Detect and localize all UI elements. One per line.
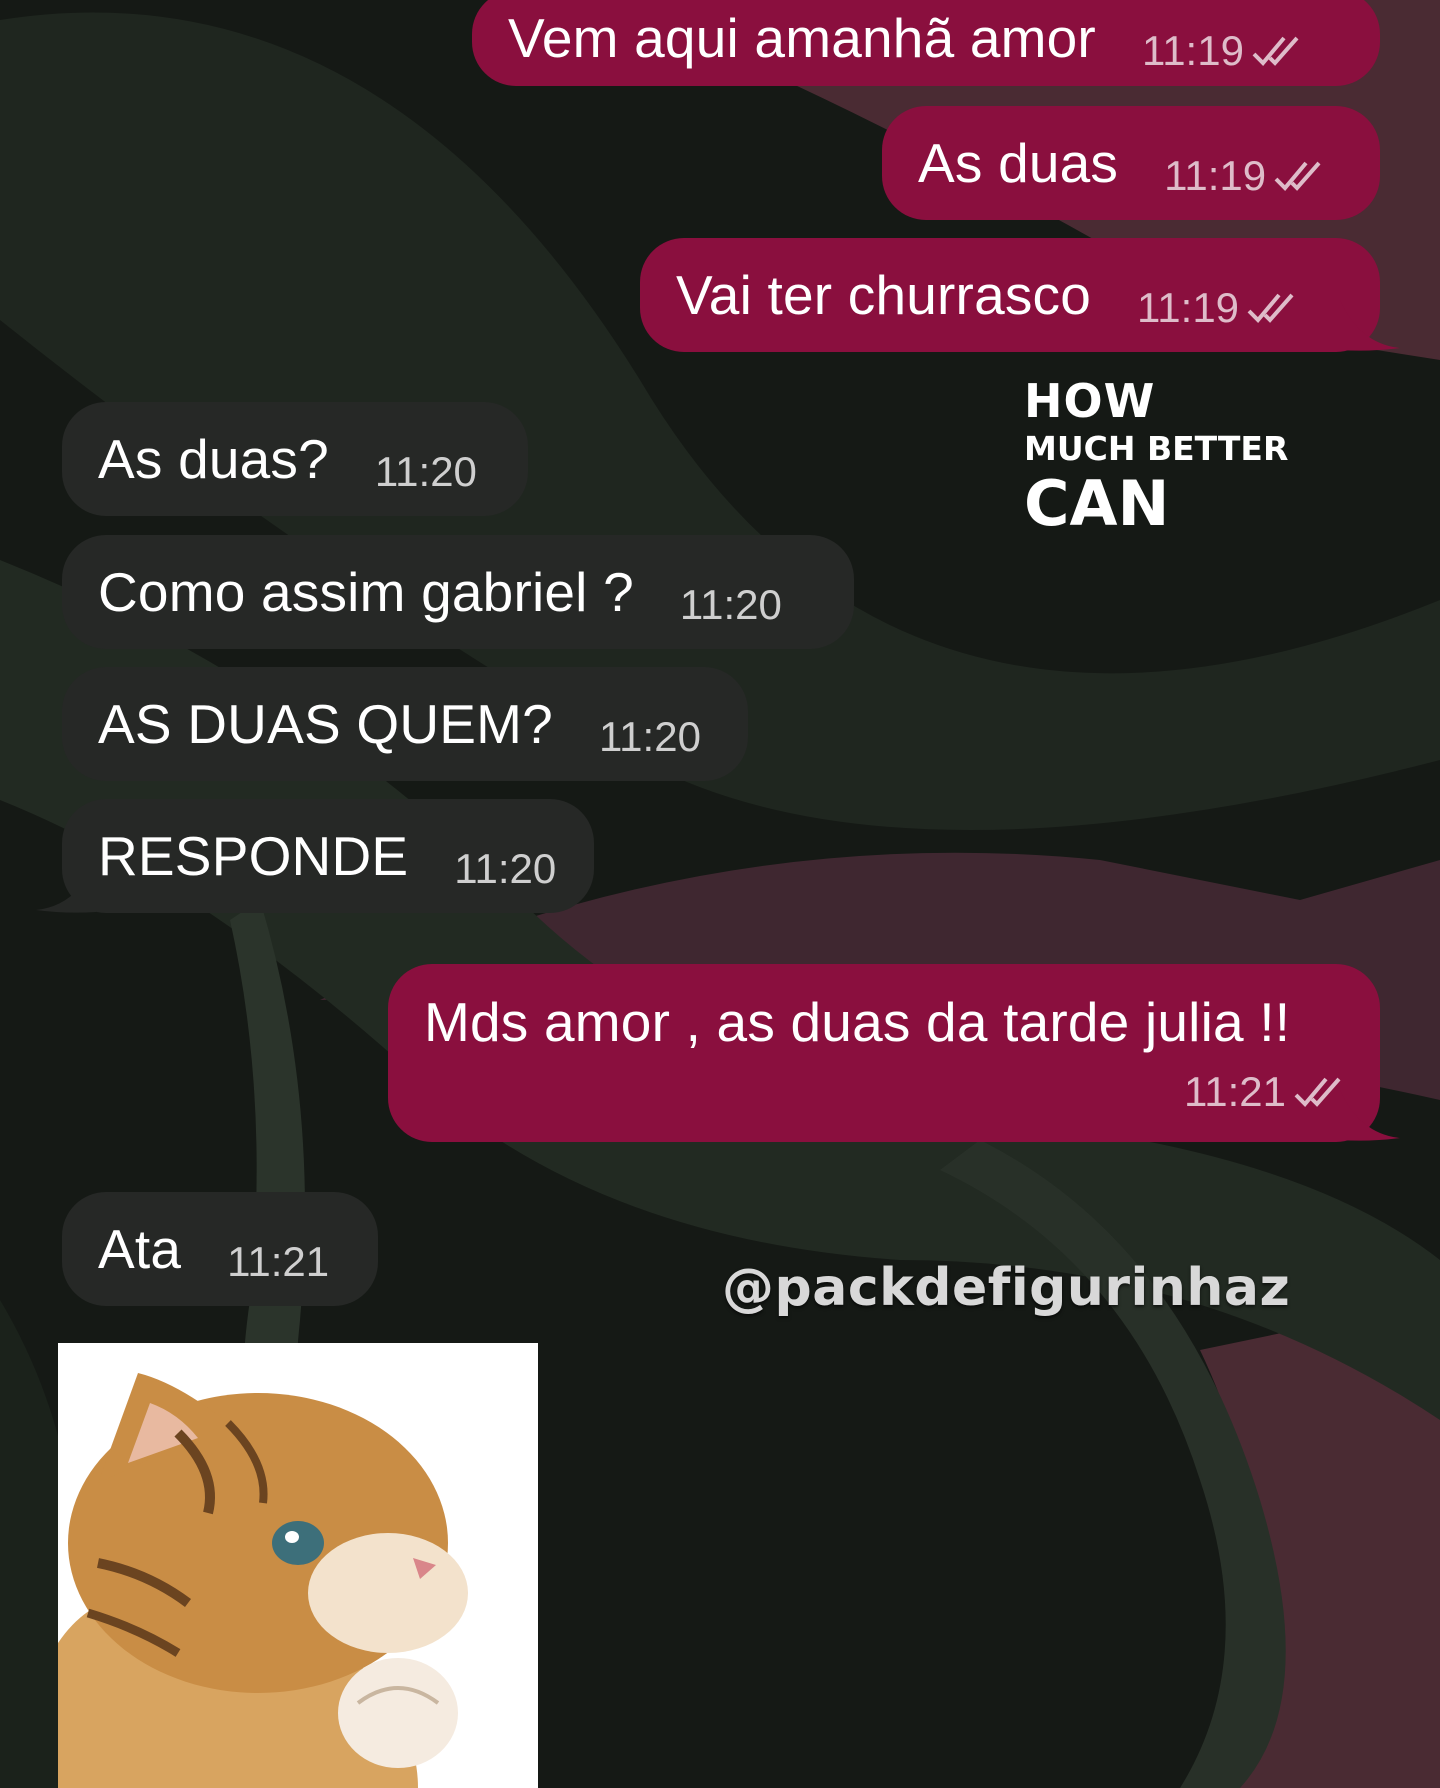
message-meta: 11:21 (1184, 1068, 1344, 1116)
message-text: As duas? (98, 428, 329, 490)
watermark-logo: HOW MUCH BETTER CAN (1024, 378, 1288, 535)
bubble-tail (1340, 1090, 1400, 1141)
message-meta: 11:19 (1164, 152, 1324, 200)
message-bubble[interactable]: Como assim gabriel ? 11:20 (62, 535, 854, 649)
read-double-check-icon (1294, 1077, 1341, 1107)
message-time: 11:20 (454, 845, 557, 892)
message-time: 11:20 (679, 581, 782, 628)
message-time: 11:19 (1141, 27, 1244, 74)
message-bubble[interactable]: Ata 11:21 (62, 1192, 378, 1306)
message-meta: 11:20 (599, 713, 701, 761)
message-time: 11:21 (227, 1238, 330, 1285)
message-text: As duas (918, 132, 1119, 194)
message-time: 11:20 (374, 448, 477, 495)
read-double-check-icon (1252, 36, 1299, 66)
message-bubble[interactable]: As duas? 11:20 (62, 402, 528, 516)
message-bubble[interactable]: As duas 11:19 (882, 106, 1380, 220)
message-time: 11:19 (1164, 152, 1267, 199)
read-double-check-icon (1247, 293, 1294, 323)
message-text: Mds amor , as duas da tarde julia !! (424, 991, 1291, 1053)
message-meta: 11:21 (227, 1238, 329, 1286)
read-double-check-icon (1274, 161, 1321, 191)
message-bubble[interactable]: Mds amor , as duas da tarde julia !! 11:… (388, 964, 1380, 1142)
message-text: Vai ter churrasco (676, 264, 1092, 326)
message-bubble[interactable]: AS DUAS QUEM? 11:20 (62, 667, 748, 781)
message-text: AS DUAS QUEM? (98, 693, 553, 755)
message-text: Ata (98, 1218, 182, 1280)
message-meta: 11:20 (454, 845, 556, 893)
watermark-line-2: MUCH BETTER (1024, 429, 1289, 468)
message-time: 11:21 (1184, 1068, 1286, 1115)
bubble-tail (36, 862, 96, 913)
bubble-tail (1340, 300, 1400, 351)
message-time: 11:20 (598, 713, 701, 760)
message-bubble[interactable]: RESPONDE 11:20 (62, 799, 594, 913)
message-text: Como assim gabriel ? (98, 561, 634, 623)
thinking-kitten-sticker[interactable] (58, 1343, 538, 1788)
message-meta: 11:20 (375, 448, 477, 496)
message-time: 11:19 (1137, 284, 1240, 331)
watermark-line-3: CAN (1024, 467, 1170, 540)
message-text: RESPONDE (98, 825, 409, 887)
message-meta: 11:19 (1137, 284, 1297, 332)
watermark-line-1: HOW (1024, 374, 1156, 428)
message-bubble[interactable]: Vai ter churrasco 11:19 (640, 238, 1380, 352)
kitten-illustration (58, 1343, 538, 1788)
message-meta: 11:20 (680, 581, 782, 629)
message-meta: 11:19 (1142, 27, 1302, 75)
creator-handle: @packdefigurinhaz (722, 1258, 1291, 1318)
message-bubble[interactable]: Vem aqui amanhã amor 11:19 (472, 0, 1380, 86)
message-text: Vem aqui amanhã amor (508, 7, 1096, 69)
